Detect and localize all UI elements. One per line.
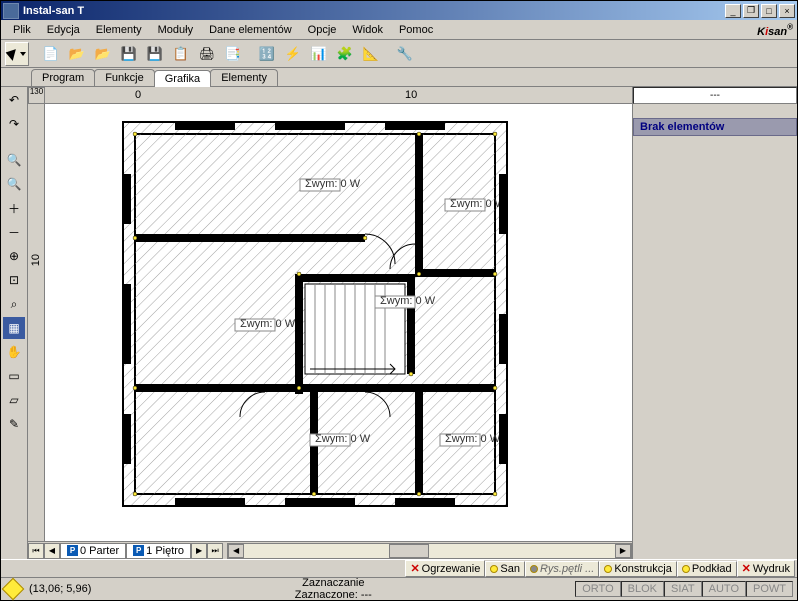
status-bar: (13,06; 5,96) ZaznaczanieZaznaczone: ---…: [1, 577, 797, 599]
tab-elementy[interactable]: Elementy: [210, 69, 278, 86]
menu-opcje[interactable]: Opcje: [300, 22, 345, 38]
grid-icon[interactable]: ▦: [3, 317, 25, 339]
properties-panel: --- Brak elementów: [632, 87, 797, 559]
menu-elementy[interactable]: Elementy: [88, 22, 150, 38]
zoom-window-icon[interactable]: ⊡: [3, 269, 25, 291]
minimize-button[interactable]: _: [725, 4, 741, 18]
zoom-plus-icon[interactable]: ＋: [3, 197, 25, 219]
svg-text:Σwym: 0 W: Σwym: 0 W: [450, 198, 506, 210]
window-title: Instal-san T: [23, 5, 723, 17]
layer-podklad[interactable]: Podkład: [677, 561, 737, 577]
left-toolbar: ↶ ↷ 🔍 🔍 ＋ － ⊕ ⊡ ⌕ ▦ ✋ ▭ ▱ ✎: [1, 87, 28, 559]
restore-button[interactable]: ❐: [743, 4, 759, 18]
zoom-minus-icon[interactable]: －: [3, 221, 25, 243]
scroll-left-icon[interactable]: ◀: [228, 544, 244, 558]
menu-pomoc[interactable]: Pomoc: [391, 22, 441, 38]
tool-b-button[interactable]: 📐: [359, 42, 383, 66]
menu-dane[interactable]: Dane elementów: [201, 22, 300, 38]
main-toolbar: 📄 📂 📂 💾 💾 📋 🖨 📑 🔢 ⚡ 📊 🧩 📐 🔧: [1, 40, 797, 68]
tab-program[interactable]: Program: [31, 69, 95, 86]
svg-text:Σwym: 0 W: Σwym: 0 W: [380, 295, 436, 307]
open-button[interactable]: 📂: [65, 42, 89, 66]
slot-powt[interactable]: POWT: [746, 581, 793, 597]
brand-logo: Kisan®: [757, 22, 793, 38]
copy-button[interactable]: 📋: [169, 42, 193, 66]
undo-icon[interactable]: ↶: [3, 89, 25, 111]
close-button[interactable]: ×: [779, 4, 795, 18]
saveas-button[interactable]: 💾: [143, 42, 167, 66]
layer-ogrzewanie[interactable]: ✕Ogrzewanie: [405, 560, 485, 577]
select-rect-icon[interactable]: ▭: [3, 365, 25, 387]
floor-plan: Σwym: 0 W Σwym: 0 W Σwym: 0 W Σwym: 0 W …: [115, 114, 515, 514]
layer-rys[interactable]: Rys.pętli ...: [525, 561, 599, 577]
zoom-fit-icon[interactable]: ⊕: [3, 245, 25, 267]
new-button[interactable]: 📄: [39, 42, 63, 66]
zoom-out-icon[interactable]: 🔍: [3, 173, 25, 195]
floortab-0[interactable]: P0 Parter: [60, 543, 126, 559]
pencil-icon[interactable]: ✎: [3, 413, 25, 435]
floortab-first[interactable]: ⏮: [28, 543, 44, 559]
drawing-canvas[interactable]: Σwym: 0 W Σwym: 0 W Σwym: 0 W Σwym: 0 W …: [45, 104, 632, 541]
svg-text:Σwym: 0 W: Σwym: 0 W: [315, 433, 371, 445]
panel-header: ---: [633, 87, 797, 104]
menu-moduly[interactable]: Moduły: [150, 22, 201, 38]
top-tabs: Program Funkcje Grafika Elementy: [1, 68, 797, 87]
vertical-ruler: 10: [28, 104, 45, 541]
floor-tabs: ⏮ ◀ P0 Parter P1 Piętro ▶ ⏭ ◀ ▶: [28, 541, 632, 559]
layer-wydruk[interactable]: ✕Wydruk: [737, 560, 795, 577]
scroll-thumb[interactable]: [389, 544, 429, 558]
tool-c-button[interactable]: 🔧: [393, 42, 417, 66]
slot-auto[interactable]: AUTO: [702, 581, 746, 597]
status-mode: ZaznaczanieZaznaczone: ---: [99, 577, 567, 601]
pan-icon[interactable]: ✋: [3, 341, 25, 363]
horizontal-scrollbar[interactable]: ◀ ▶: [227, 543, 632, 559]
layer-konstrukcja[interactable]: Konstrukcja: [599, 561, 676, 577]
ruler-corner: 130: [28, 87, 45, 104]
menu-edycja[interactable]: Edycja: [39, 22, 88, 38]
svg-text:Σwym: 0 W: Σwym: 0 W: [305, 178, 361, 190]
tab-funkcje[interactable]: Funkcje: [94, 69, 155, 86]
open2-button[interactable]: 📂: [91, 42, 115, 66]
horizontal-ruler: 0 10: [45, 87, 632, 104]
check-button[interactable]: ⚡: [281, 42, 305, 66]
status-indicator-icon: [2, 577, 25, 600]
floortab-prev[interactable]: ◀: [44, 543, 60, 559]
report-button[interactable]: 📊: [307, 42, 331, 66]
zoom-in-icon[interactable]: 🔍: [3, 149, 25, 171]
tab-grafika[interactable]: Grafika: [154, 70, 211, 87]
select-poly-icon[interactable]: ▱: [3, 389, 25, 411]
scroll-right-icon[interactable]: ▶: [615, 544, 631, 558]
floortab-last[interactable]: ⏭: [207, 543, 223, 559]
maximize-button[interactable]: □: [761, 4, 777, 18]
slot-blok[interactable]: BLOK: [621, 581, 664, 597]
zoom-fit2-icon[interactable]: ⌕: [3, 293, 25, 315]
calc-button[interactable]: 🔢: [255, 42, 279, 66]
tool-a-button[interactable]: 🧩: [333, 42, 357, 66]
menu-bar: Plik Edycja Elementy Moduły Dane element…: [1, 20, 797, 40]
pointer-tool-button[interactable]: [5, 42, 29, 66]
preview-button[interactable]: 📑: [221, 42, 245, 66]
redo-icon[interactable]: ↷: [3, 113, 25, 135]
menu-plik[interactable]: Plik: [5, 22, 39, 38]
menu-widok[interactable]: Widok: [344, 22, 391, 38]
svg-text:Σwym: 0 W: Σwym: 0 W: [445, 433, 501, 445]
slot-siat[interactable]: SIAT: [664, 581, 702, 597]
floortab-1[interactable]: P1 Piętro: [126, 543, 191, 559]
save-button[interactable]: 💾: [117, 42, 141, 66]
layer-bar: ✕Ogrzewanie San Rys.pętli ... Konstrukcj…: [1, 559, 797, 577]
print-button[interactable]: 🖨: [195, 42, 219, 66]
panel-empty-item: Brak elementów: [633, 118, 797, 136]
floortab-next[interactable]: ▶: [191, 543, 207, 559]
coords-display: (13,06; 5,96): [29, 583, 91, 595]
app-icon: [3, 3, 19, 19]
slot-orto[interactable]: ORTO: [575, 581, 620, 597]
svg-text:Σwym: 0 W: Σwym: 0 W: [240, 318, 296, 330]
layer-san[interactable]: San: [485, 561, 525, 577]
